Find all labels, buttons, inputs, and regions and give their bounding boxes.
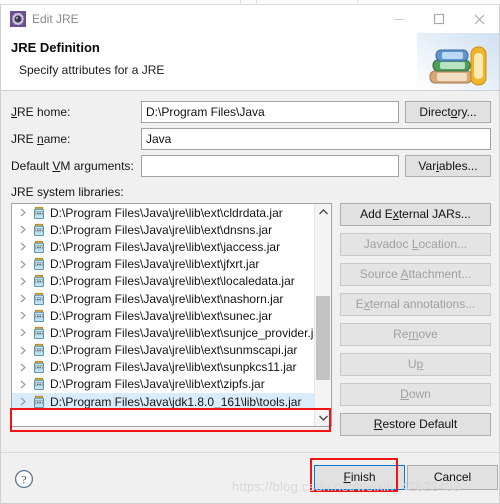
chevron-right-icon[interactable] [15, 346, 31, 355]
library-path-label: D:\Program Files\Java\jre\lib\ext\sunjce… [50, 325, 315, 340]
library-path-label: D:\Program Files\Java\jdk1.8.0_161\lib\t… [50, 394, 302, 409]
jre-name-row: JRE name: [1, 127, 499, 151]
minimize-button[interactable] [379, 5, 419, 33]
jar-file-icon [31, 206, 47, 220]
chevron-right-icon[interactable] [15, 328, 31, 337]
jar-file-icon [31, 223, 47, 237]
dialog-footer: ? Finish Cancel [1, 452, 499, 503]
jre-system-libraries-list[interactable]: D:\Program Files\Java\jre\lib\ext\cldrda… [11, 203, 332, 427]
library-path-label: D:\Program Files\Java\jre\lib\ext\jacces… [50, 239, 281, 254]
watermark-text: https://blog.csdn.net/weixin_42622453 [232, 479, 461, 494]
jar-file-icon [31, 395, 47, 409]
jre-gear-icon [10, 11, 26, 27]
library-path-label: D:\Program Files\Java\jre\lib\ext\jfxrt.… [50, 257, 260, 272]
library-button-add-external-jars[interactable]: Add External JARs... [340, 203, 491, 226]
jre-home-input[interactable] [141, 101, 399, 123]
chevron-right-icon[interactable] [15, 311, 31, 320]
chevron-right-icon[interactable] [15, 260, 31, 269]
jar-file-icon [31, 377, 47, 391]
chevron-right-icon[interactable] [15, 363, 31, 372]
vm-arguments-input[interactable] [141, 155, 399, 177]
library-button-javadoc-location: Javadoc Location... [340, 233, 491, 256]
library-list-item[interactable]: D:\Program Files\Java\jre\lib\ext\jacces… [12, 238, 315, 255]
chevron-right-icon[interactable] [15, 294, 31, 303]
title-bar: Edit JRE [1, 5, 499, 33]
dialog-header: JRE Definition Specify attributes for a … [1, 33, 499, 91]
library-button-source-attachment: Source Attachment... [340, 263, 491, 286]
chevron-right-icon[interactable] [15, 397, 31, 406]
library-path-label: D:\Program Files\Java\jre\lib\ext\sunmsc… [50, 343, 298, 358]
jre-name-label: JRE name: [11, 132, 71, 146]
chevron-right-icon[interactable] [15, 242, 31, 251]
library-button-down: Down [340, 383, 491, 406]
jar-file-icon [31, 257, 47, 271]
jar-file-icon [31, 343, 47, 357]
jar-file-icon [31, 326, 47, 340]
library-button-remove: Remove [340, 323, 491, 346]
library-list-item[interactable]: D:\Program Files\Java\jre\lib\ext\sunpkc… [12, 359, 315, 376]
variables-button[interactable]: Variables... [405, 155, 491, 177]
scroll-up-icon[interactable] [315, 204, 331, 220]
library-list-item[interactable]: D:\Program Files\Java\jre\lib\ext\jfxrt.… [12, 256, 315, 273]
library-list-item[interactable]: D:\Program Files\Java\jre\lib\ext\cldrda… [12, 204, 315, 221]
jar-file-icon [31, 274, 47, 288]
library-items-container: D:\Program Files\Java\jre\lib\ext\cldrda… [12, 204, 315, 426]
jar-file-icon [31, 360, 47, 374]
page-title: JRE Definition [11, 40, 100, 55]
books-stack-icon [417, 33, 499, 90]
window-title: Edit JRE [32, 12, 79, 26]
library-list-item[interactable]: D:\Program Files\Java\jre\lib\ext\nashor… [12, 290, 315, 307]
library-button-restore-default[interactable]: Restore Default [340, 413, 491, 436]
svg-text:?: ? [21, 472, 26, 486]
library-list-item[interactable]: D:\Program Files\Java\jre\lib\ext\sunec.… [12, 307, 315, 324]
directory-button[interactable]: Directory... [405, 101, 491, 123]
window-controls [379, 5, 499, 33]
dialog-body: JRE home: Directory... JRE name: Default… [1, 91, 499, 503]
library-list-item[interactable]: D:\Program Files\Java\jre\lib\ext\zipfs.… [12, 376, 315, 393]
library-list-item[interactable]: D:\Program Files\Java\jdk1.8.0_161\lib\t… [12, 393, 315, 411]
library-path-label: D:\Program Files\Java\jre\lib\ext\nashor… [50, 291, 284, 306]
vm-arguments-label: Default VM arguments: [11, 159, 134, 173]
page-subtitle: Specify attributes for a JRE [19, 63, 165, 77]
chevron-right-icon[interactable] [15, 380, 31, 389]
library-path-label: D:\Program Files\Java\jre\lib\ext\locale… [50, 274, 295, 289]
vm-arguments-row: Default VM arguments: Variables... [1, 154, 499, 178]
library-path-label: D:\Program Files\Java\jre\lib\ext\dnsns.… [50, 222, 273, 237]
library-list-item[interactable]: D:\Program Files\Java\jre\lib\ext\dnsns.… [12, 221, 315, 238]
chevron-right-icon[interactable] [15, 225, 31, 234]
jre-name-input[interactable] [141, 128, 491, 150]
library-list-item[interactable]: D:\Program Files\Java\jre\lib\ext\locale… [12, 273, 315, 290]
jar-file-icon [31, 240, 47, 254]
help-question-icon[interactable]: ? [14, 469, 34, 489]
library-path-label: D:\Program Files\Java\jre\lib\ext\sunec.… [50, 308, 273, 323]
library-list-item[interactable]: D:\Program Files\Java\jre\lib\ext\sunmsc… [12, 342, 315, 359]
list-scrollbar[interactable] [314, 204, 331, 426]
dialog-root: Edit JRE JRE Definition Specify attribut… [0, 0, 500, 504]
close-button[interactable] [459, 5, 499, 33]
chevron-right-icon[interactable] [15, 277, 31, 286]
jar-file-icon [31, 292, 47, 306]
jre-home-label: JRE home: [11, 105, 71, 119]
library-button-external-annotations: External annotations... [340, 293, 491, 316]
jre-system-libraries-label: JRE system libraries: [11, 185, 124, 199]
library-button-up: Up [340, 353, 491, 376]
library-list-item[interactable]: D:\Program Files\Java\jre\lib\ext\sunjce… [12, 324, 315, 341]
library-path-label: D:\Program Files\Java\jre\lib\ext\cldrda… [50, 205, 283, 220]
scrollbar-thumb[interactable] [316, 296, 330, 380]
edit-jre-dialog: Edit JRE JRE Definition Specify attribut… [0, 4, 500, 504]
maximize-button[interactable] [419, 5, 459, 33]
chevron-right-icon[interactable] [15, 208, 31, 217]
jre-home-row: JRE home: Directory... [1, 100, 499, 124]
scroll-down-icon[interactable] [315, 410, 331, 426]
library-path-label: D:\Program Files\Java\jre\lib\ext\zipfs.… [50, 377, 265, 392]
library-path-label: D:\Program Files\Java\jre\lib\ext\sunpkc… [50, 360, 297, 375]
jar-file-icon [31, 309, 47, 323]
